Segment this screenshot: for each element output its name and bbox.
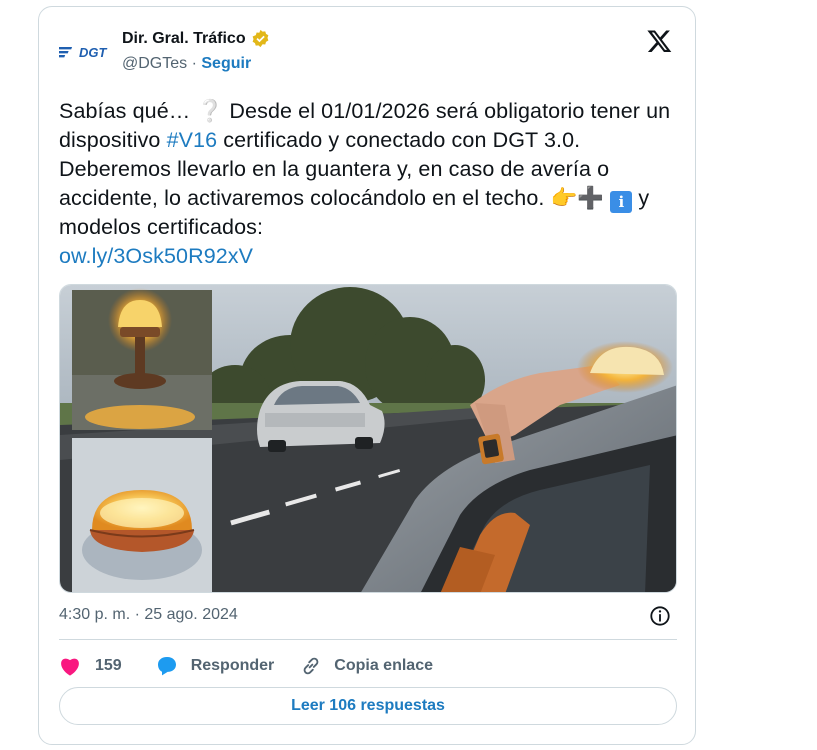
info-emoji-icon: i [610, 191, 633, 213]
tweet-link[interactable]: ow.ly/3Osk50R92xV [59, 244, 253, 268]
like-button[interactable]: 159 [59, 656, 122, 676]
tweet-text: Sabías qué… ❔ Desde el 01/01/2026 será o… [59, 97, 684, 271]
info-icon[interactable] [649, 605, 671, 627]
handle-separator: · [191, 55, 197, 72]
reply-button[interactable]: Responder [155, 655, 275, 677]
heart-icon [61, 658, 79, 676]
reply-bubble-icon [157, 657, 176, 676]
dgt-logo-text: DGT [79, 45, 108, 60]
author-name-text[interactable]: Dir. Gral. Tráfico [122, 30, 246, 48]
tweet-card: DGT Dir. Gral. Tráfico @DGTes · Seguir S… [38, 6, 696, 745]
copy-link-button[interactable]: Copia enlace [300, 655, 433, 677]
follow-button[interactable]: Seguir [201, 55, 251, 72]
divider [59, 639, 677, 640]
x-logo-icon[interactable] [646, 28, 673, 54]
like-count: 159 [95, 657, 122, 674]
pointing-hand-emoji-icon: 👉 [550, 186, 578, 211]
author-handle-row: @DGTes · Seguir [122, 55, 251, 73]
tweet-timestamp[interactable]: 4:30 p. m. · 25 ago. 2024 [59, 606, 238, 624]
read-replies-button[interactable]: Leer 106 respuestas [59, 687, 677, 725]
reply-label: Responder [190, 657, 275, 674]
tweet-header: DGT Dir. Gral. Tráfico @DGTes · Seguir [39, 7, 695, 87]
hashtag-link[interactable]: #V16 [167, 128, 218, 152]
tweet-actions: 159 Responder Copia enlace [59, 653, 433, 679]
link-icon [303, 657, 319, 675]
tweet-media-image[interactable] [59, 284, 677, 593]
plus-emoji-icon: ➕ [577, 186, 605, 211]
author-handle[interactable]: @DGTes [122, 55, 187, 72]
read-replies-label: Leer 106 respuestas [291, 697, 445, 714]
tweet-text-part-1: Sabías qué… [59, 99, 197, 123]
verified-badge-icon [252, 29, 268, 48]
question-emoji-icon: ❔ [196, 99, 224, 124]
copy-link-label: Copia enlace [334, 657, 433, 674]
dgt-logo-icon[interactable]: DGT [59, 39, 113, 65]
author-name[interactable]: Dir. Gral. Tráfico [122, 29, 270, 48]
